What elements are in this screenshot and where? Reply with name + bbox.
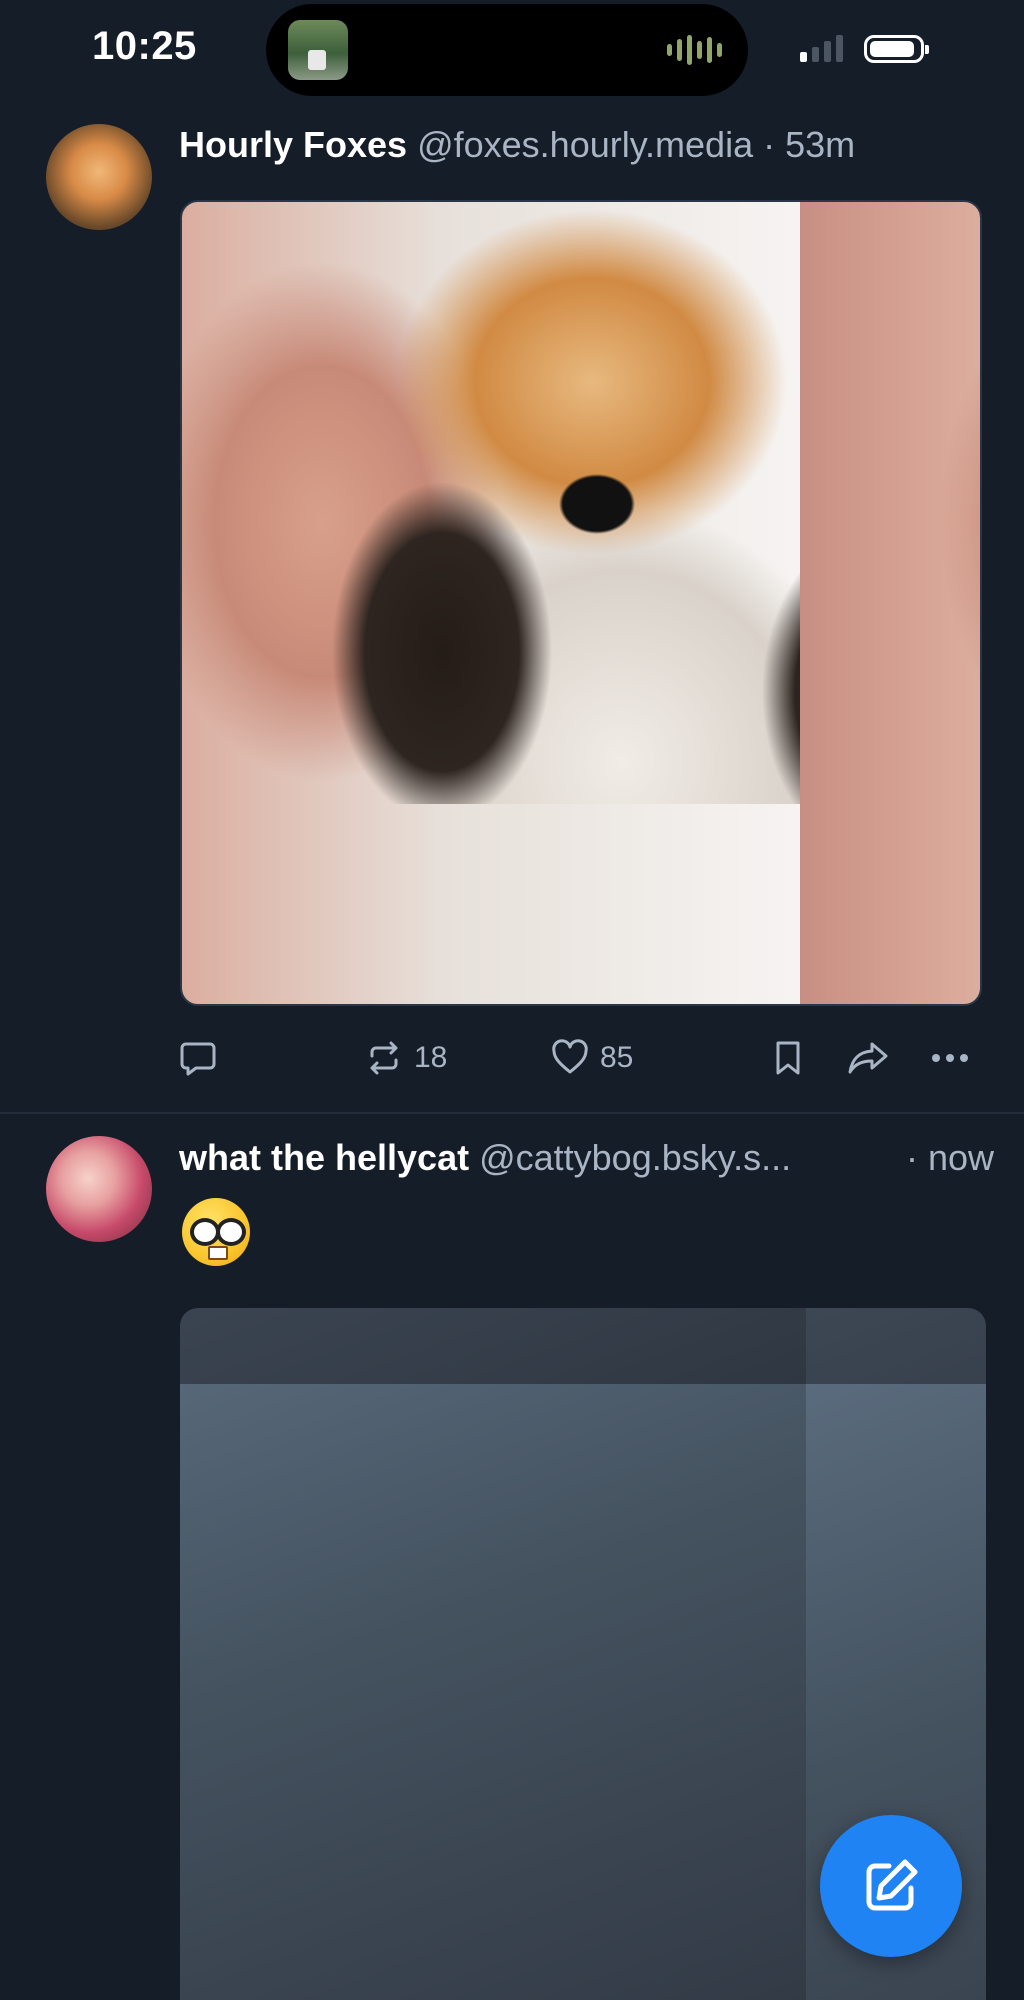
author-name[interactable]: Hourly Foxes	[179, 124, 407, 165]
compose-button[interactable]	[820, 1815, 962, 1957]
nerd-face-emoji	[182, 1198, 250, 1266]
author-name[interactable]: what the hellycat	[179, 1137, 469, 1178]
like-count: 85	[600, 1041, 634, 1074]
post-header: what the hellycat @cattybog.bsky.s... · …	[179, 1137, 994, 1179]
repost-icon	[370, 1041, 398, 1075]
share-icon	[848, 1042, 888, 1074]
more-options-button[interactable]	[928, 1038, 972, 1078]
heart-icon	[552, 1039, 588, 1074]
reply-button[interactable]	[178, 1038, 228, 1078]
repost-button[interactable]: 18	[364, 1038, 447, 1078]
avatar[interactable]	[46, 124, 152, 230]
speech-bubble-icon	[180, 1042, 216, 1076]
post-divider	[0, 1112, 1024, 1114]
bookmark-button[interactable]	[768, 1038, 808, 1078]
post-time: · now	[905, 1137, 994, 1178]
more-icon	[932, 1054, 968, 1062]
post-header: Hourly Foxes @foxes.hourly.media · 53m	[179, 124, 994, 166]
post-image[interactable]	[180, 200, 982, 1006]
author-handle[interactable]: @cattybog.bsky.s...	[479, 1137, 791, 1178]
compose-icon	[866, 1859, 918, 1911]
post-time: · 53m	[763, 124, 856, 165]
post-actions: 18 85	[0, 1030, 1024, 1086]
bookmark-icon	[776, 1041, 800, 1075]
author-handle[interactable]: @foxes.hourly.media	[417, 124, 753, 165]
like-button[interactable]: 85	[550, 1038, 633, 1078]
share-button[interactable]	[846, 1038, 890, 1078]
avatar[interactable]	[46, 1136, 152, 1242]
post-hourly-foxes[interactable]: Hourly Foxes @foxes.hourly.media · 53m 1…	[0, 0, 1024, 1114]
repost-count: 18	[414, 1041, 448, 1074]
